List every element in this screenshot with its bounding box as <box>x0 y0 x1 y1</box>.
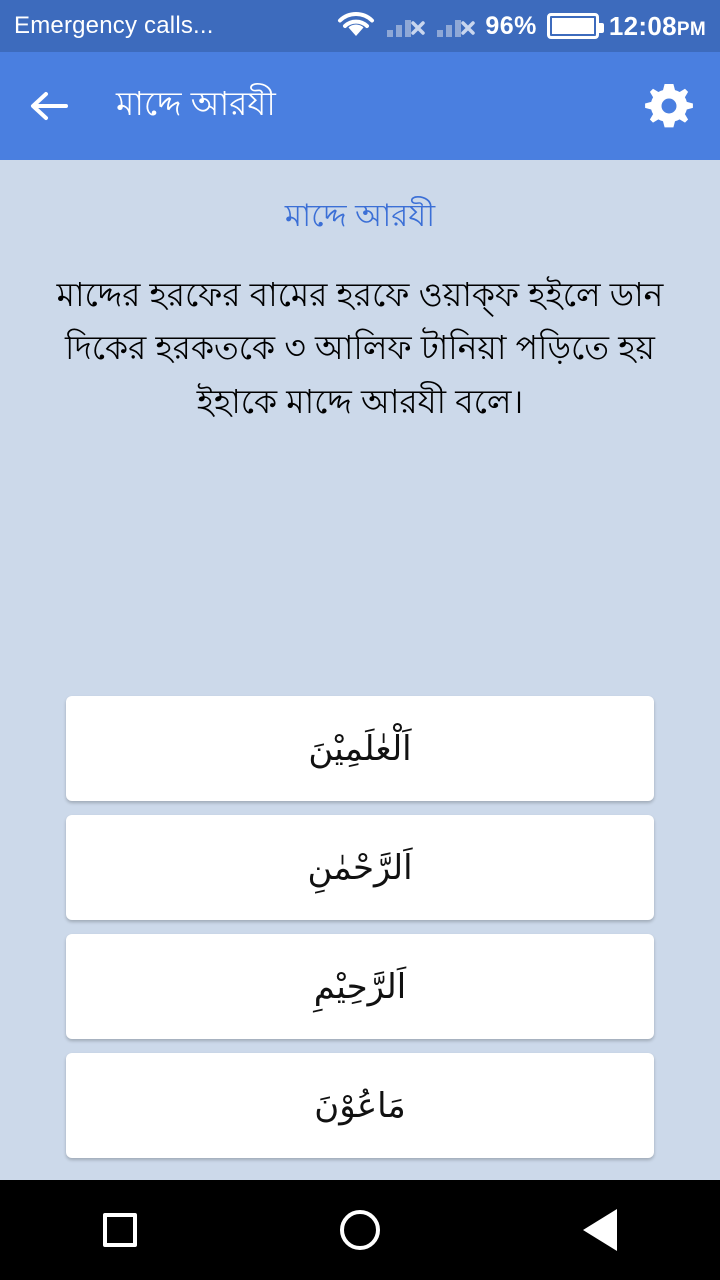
home-button[interactable] <box>300 1180 420 1280</box>
wifi-icon <box>337 9 375 44</box>
triangle-back-icon <box>583 1209 617 1251</box>
option-label-3: اَلرَّحِيْمِ <box>313 966 407 1007</box>
option-card-3[interactable]: اَلرَّحِيْمِ <box>66 934 654 1039</box>
clock-time: 12:08 <box>608 10 677 41</box>
page-title: মাদ্দে আরযী <box>116 85 276 122</box>
circle-home-icon <box>340 1210 380 1250</box>
option-card-1[interactable]: اَلْعٰلَمِيْنَ <box>66 696 654 801</box>
content-area: মাদ্দে আরযী মাদ্দের হরফের বামের হরফে ওয়… <box>0 160 720 1180</box>
gear-icon[interactable] <box>644 81 694 131</box>
back-button[interactable] <box>540 1180 660 1280</box>
option-label-2: اَلرَّحْمٰنِ <box>307 847 413 888</box>
lesson-body-text: মাদ্দের হরফের বামের হরফে ওয়াক্‌ফ হইলে ড… <box>56 276 664 420</box>
square-recents-icon <box>103 1213 137 1247</box>
option-card-2[interactable]: اَلرَّحْمٰنِ <box>66 815 654 920</box>
status-bar: Emergency calls... 96% 12:08PM <box>0 0 720 52</box>
app-bar: মাদ্দে আরযী <box>0 52 720 160</box>
clock-ampm: PM <box>676 18 706 40</box>
battery-percent-label: 96% <box>485 11 537 40</box>
signal-no-service-icon-2 <box>435 9 476 44</box>
lesson-heading: মাদ্দে আরযী <box>284 198 436 233</box>
options-list: اَلْعٰلَمِيْنَ اَلرَّحْمٰنِ اَلرَّحِيْمِ… <box>0 696 720 1158</box>
app-screen: Emergency calls... 96% 12:08PM মাদ্দে আর… <box>0 0 720 1280</box>
recents-button[interactable] <box>60 1180 180 1280</box>
system-navigation-bar <box>0 1180 720 1280</box>
clock-label: 12:08PM <box>609 11 706 42</box>
back-arrow-icon[interactable] <box>26 83 72 129</box>
option-card-4[interactable]: مَاعُوْنَ <box>66 1053 654 1158</box>
option-label-4: مَاعُوْنَ <box>314 1085 406 1126</box>
signal-no-service-icon <box>385 9 426 44</box>
status-icons: 96% 12:08PM <box>337 9 706 44</box>
carrier-label: Emergency calls... <box>14 12 214 39</box>
battery-icon <box>546 13 604 39</box>
option-label-1: اَلْعٰلَمِيْنَ <box>308 728 412 769</box>
